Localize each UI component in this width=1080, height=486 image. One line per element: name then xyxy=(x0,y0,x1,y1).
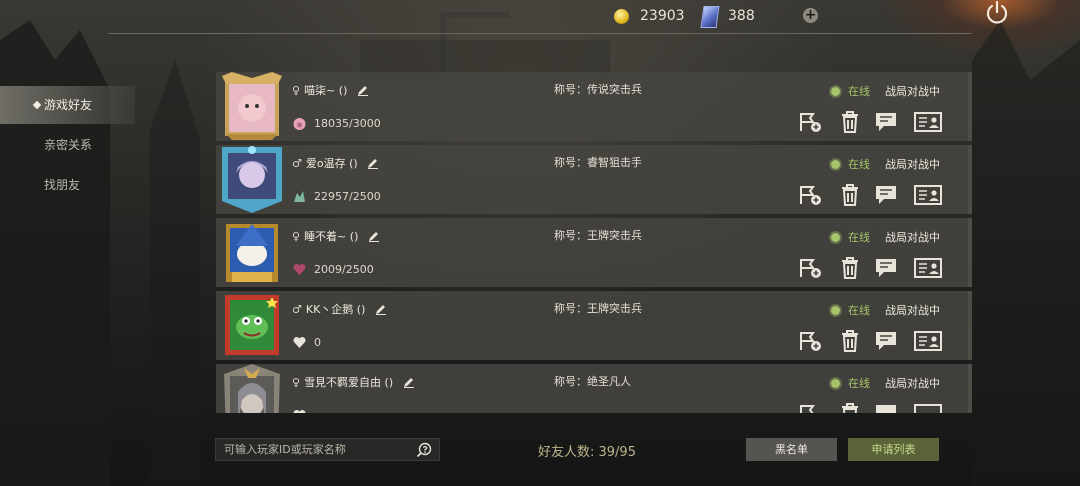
heart-icon xyxy=(293,263,306,275)
pig-icon xyxy=(293,118,306,130)
gender-icon: ♀ xyxy=(292,376,301,389)
invite-flag-icon[interactable] xyxy=(798,403,822,413)
activity-status: 战局对战中 xyxy=(885,85,940,98)
delete-icon[interactable] xyxy=(838,330,862,352)
friend-requests-button[interactable]: 申请列表 xyxy=(848,438,939,461)
help-icon[interactable] xyxy=(416,442,432,458)
online-status: 在线 xyxy=(848,304,870,317)
power-icon[interactable] xyxy=(983,0,1011,26)
avatar[interactable] xyxy=(222,364,282,413)
invite-flag-icon[interactable] xyxy=(798,330,822,352)
player-title: 称号：睿智狙击手 xyxy=(554,156,642,169)
edit-icon[interactable] xyxy=(375,303,387,315)
profile-card-icon[interactable] xyxy=(914,111,942,133)
search-box[interactable] xyxy=(215,438,440,461)
activity-status: 战局对战中 xyxy=(885,377,940,390)
activity-status: 战局对战中 xyxy=(885,231,940,244)
profile-card-icon[interactable] xyxy=(914,257,942,279)
coin-icon xyxy=(614,9,629,24)
gender-icon: ♀ xyxy=(292,84,301,97)
online-status: 在线 xyxy=(848,377,870,390)
online-status-icon xyxy=(831,306,840,315)
sidebar-item-find-friends[interactable]: 找朋友 xyxy=(0,166,135,204)
friend-name-text: 雪見不羁爱自由 () xyxy=(304,376,394,389)
player-title: 称号：传说突击兵 xyxy=(554,83,642,96)
invite-flag-icon[interactable] xyxy=(798,257,822,279)
search-input[interactable] xyxy=(224,442,404,457)
friend-name-text: 睡不着~ () xyxy=(304,230,359,243)
delete-icon[interactable] xyxy=(838,403,862,413)
points-value: 0 xyxy=(314,336,321,349)
points-value: 18035/3000 xyxy=(314,117,381,130)
avatar[interactable] xyxy=(222,145,282,213)
online-status: 在线 xyxy=(848,158,870,171)
sidebar-item-game-friends[interactable]: 游戏好友 xyxy=(0,86,135,124)
edit-icon[interactable] xyxy=(357,84,369,96)
edit-icon[interactable] xyxy=(403,376,415,388)
profile-card-icon[interactable] xyxy=(914,330,942,352)
activity-status: 战局对战中 xyxy=(885,304,940,317)
friend-name-text: 爱o温存 () xyxy=(305,157,358,170)
edit-icon[interactable] xyxy=(368,230,380,242)
invite-flag-icon[interactable] xyxy=(798,184,822,206)
friend-row[interactable]: ♀ 雪見不羁爱自由 () 称号：绝圣凡人 在线 战局对战中 xyxy=(216,364,972,413)
online-status-icon xyxy=(831,379,840,388)
heart-outline-icon xyxy=(293,336,306,348)
gender-icon: ♂ xyxy=(292,157,302,170)
gender-icon: ♀ xyxy=(292,230,301,243)
card-icon xyxy=(700,6,720,28)
friend-row[interactable]: ♂ 爱o温存 () 22957/2500 称号：睿智狙击手 在线 战局对战中 xyxy=(216,145,972,214)
blacklist-button[interactable]: 黑名单 xyxy=(746,438,837,461)
online-status: 在线 xyxy=(848,85,870,98)
friend-name: ♂ 爱o温存 () xyxy=(292,155,379,171)
player-title: 称号：绝圣凡人 xyxy=(554,375,631,388)
avatar[interactable] xyxy=(222,218,282,286)
chat-icon[interactable] xyxy=(874,257,898,279)
sidebar-item-intimate-relations[interactable]: 亲密关系 xyxy=(0,126,135,164)
player-title: 称号：王牌突击兵 xyxy=(554,302,642,315)
heart-outline-icon xyxy=(293,410,306,413)
friend-name: ♀ 喵柒~ () xyxy=(292,82,369,98)
friend-name-text: 喵柒~ () xyxy=(304,84,348,97)
friend-name: ♀ 雪見不羁爱自由 () xyxy=(292,374,415,390)
chat-icon[interactable] xyxy=(874,403,898,413)
invite-flag-icon[interactable] xyxy=(798,111,822,133)
online-status-icon xyxy=(831,87,840,96)
coin-balance: 23903 xyxy=(640,8,685,24)
friend-list[interactable]: ♀ 喵柒~ () 18035/3000 称号：传说突击兵 在线 战局对战中 ♂ 爱o… xyxy=(216,70,972,413)
delete-icon[interactable] xyxy=(838,184,862,206)
friend-count: 好友人数: 39/95 xyxy=(538,445,636,460)
chat-icon[interactable] xyxy=(874,111,898,133)
top-divider xyxy=(108,33,972,34)
online-status-icon xyxy=(831,160,840,169)
avatar[interactable] xyxy=(222,291,282,359)
delete-icon[interactable] xyxy=(838,111,862,133)
profile-card-icon[interactable] xyxy=(914,403,942,413)
friend-name: ♂ KK丶企鹅 () xyxy=(292,301,387,317)
friend-row[interactable]: ♂ KK丶企鹅 () 0 称号：王牌突击兵 在线 战局对战中 xyxy=(216,291,972,360)
player-title: 称号：王牌突击兵 xyxy=(554,229,642,242)
friend-row[interactable]: ♀ 睡不着~ () 2009/2500 称号：王牌突击兵 在线 战局对战中 xyxy=(216,218,972,287)
points-value: 2009/2500 xyxy=(314,263,374,276)
edit-icon[interactable] xyxy=(367,157,379,169)
online-status-icon xyxy=(831,233,840,242)
profile-card-icon[interactable] xyxy=(914,184,942,206)
dragon-icon xyxy=(294,191,305,202)
activity-status: 战局对战中 xyxy=(885,158,940,171)
top-bar: 23903 388 + xyxy=(0,0,1080,34)
friend-row[interactable]: ♀ 喵柒~ () 18035/3000 称号：传说突击兵 在线 战局对战中 xyxy=(216,72,972,141)
friend-name-text: KK丶企鹅 () xyxy=(305,303,366,316)
points-value: 22957/2500 xyxy=(314,190,381,203)
chat-icon[interactable] xyxy=(874,330,898,352)
add-currency-button[interactable]: + xyxy=(803,8,818,23)
online-status: 在线 xyxy=(848,231,870,244)
delete-icon[interactable] xyxy=(838,257,862,279)
card-balance: 388 xyxy=(728,8,755,24)
avatar[interactable] xyxy=(222,72,282,140)
friend-name: ♀ 睡不着~ () xyxy=(292,228,380,244)
gender-icon: ♂ xyxy=(292,303,302,316)
chat-icon[interactable] xyxy=(874,184,898,206)
